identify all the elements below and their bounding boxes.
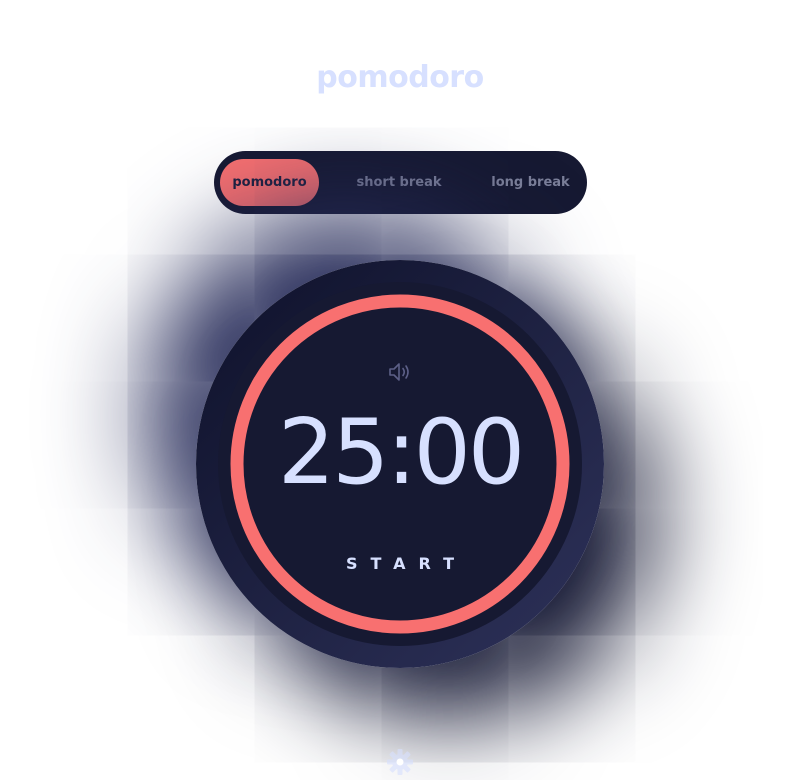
mode-tab-long-break[interactable]: long break: [479, 159, 582, 206]
gear-icon[interactable]: [386, 748, 414, 776]
timer-display: 25:00: [277, 400, 525, 505]
pomodoro-app: pomodoro pomodoro short break long break…: [0, 0, 800, 780]
speaker-volume-icon[interactable]: [388, 361, 412, 383]
mode-tab-short-break[interactable]: short break: [342, 159, 456, 206]
app-title: pomodoro: [316, 60, 484, 95]
mode-tab-pomodoro[interactable]: pomodoro: [220, 159, 319, 206]
start-button[interactable]: START: [320, 550, 480, 576]
mode-selector: pomodoro short break long break: [214, 151, 587, 214]
